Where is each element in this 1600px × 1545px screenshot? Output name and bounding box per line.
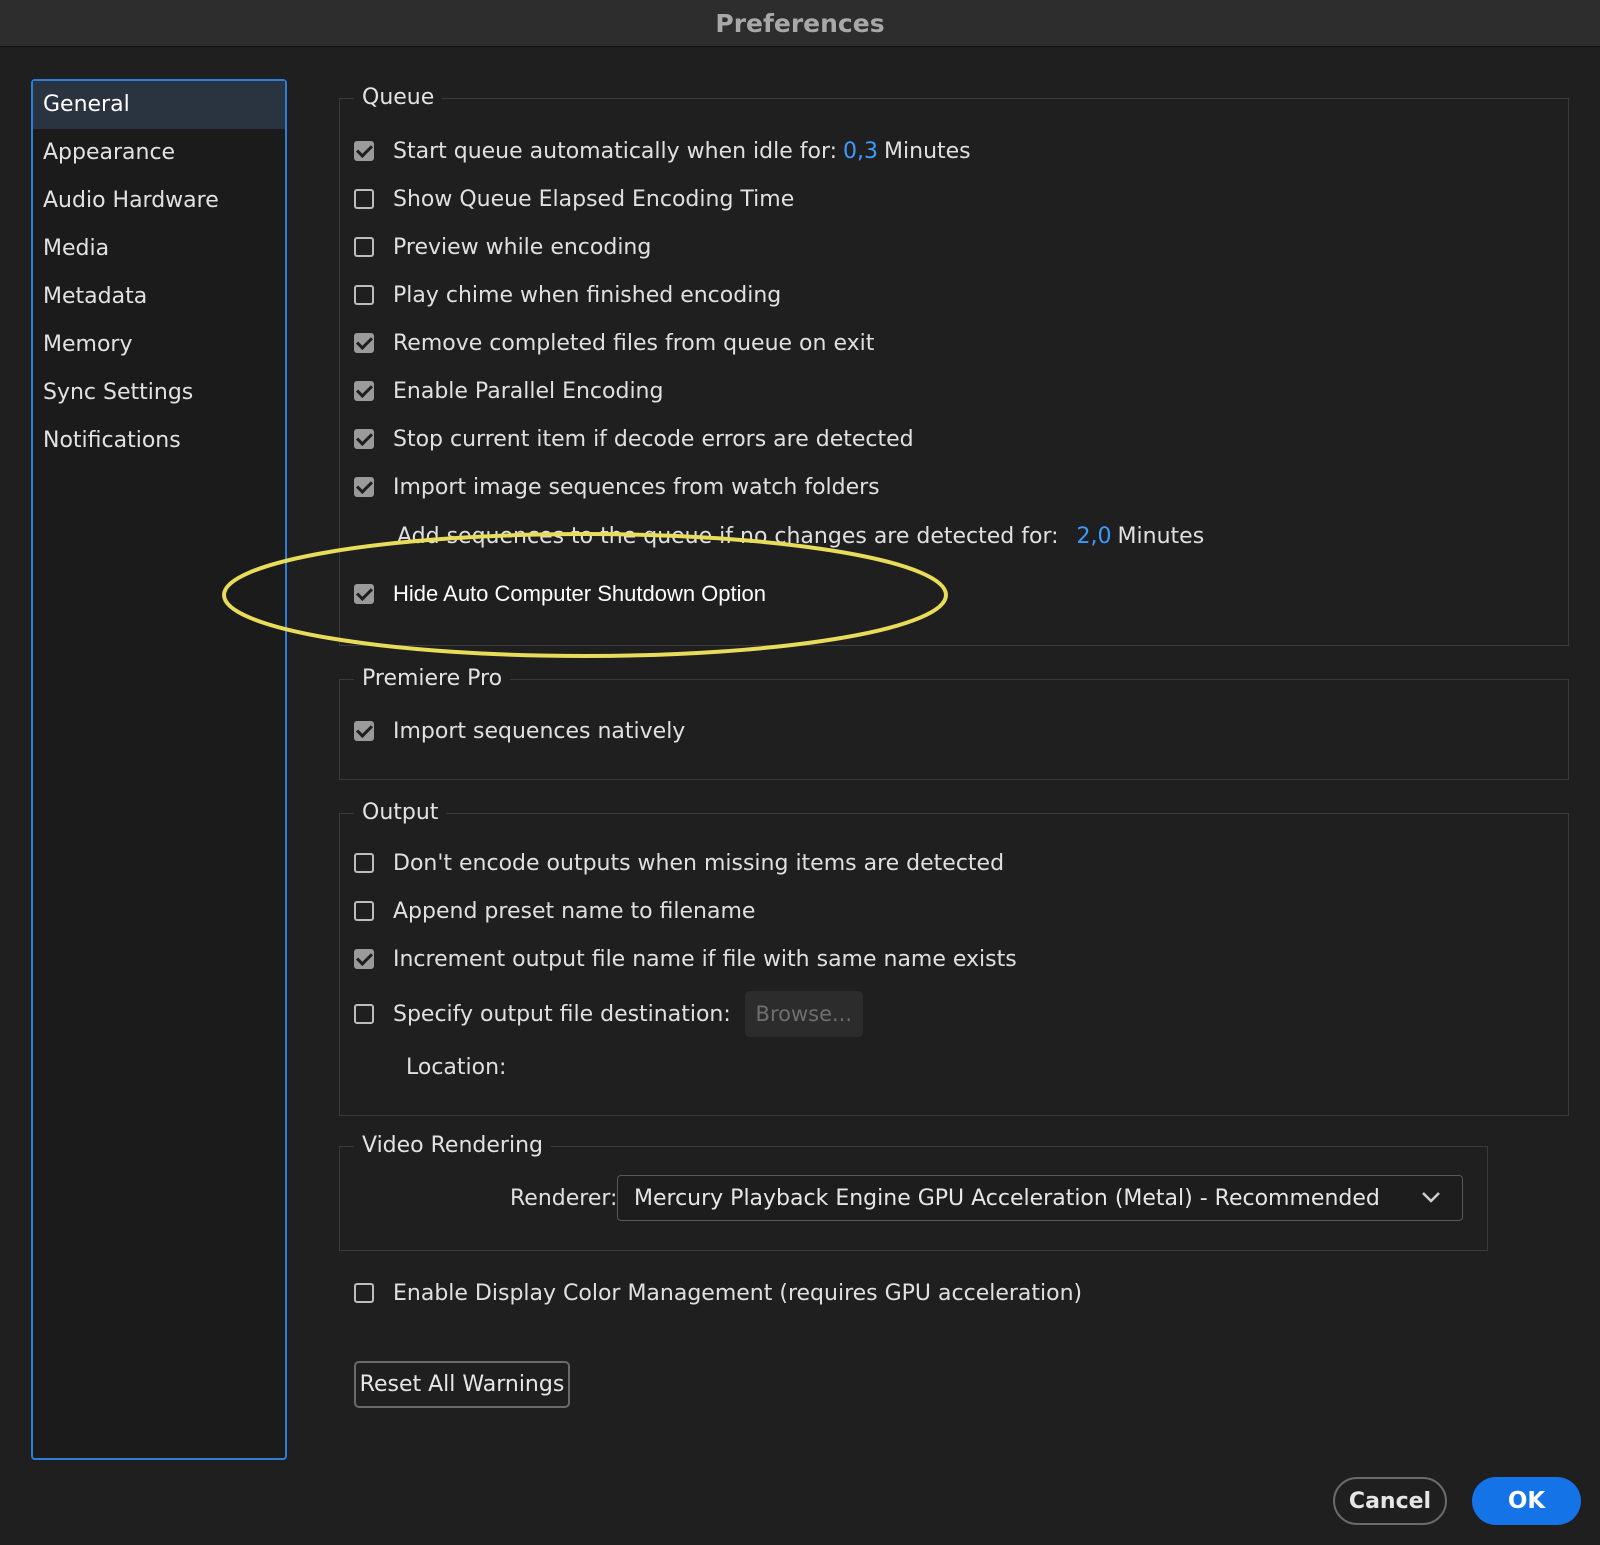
- sidebar-item-notifications[interactable]: Notifications: [33, 417, 285, 465]
- output-legend: Output: [354, 798, 447, 828]
- queue-group: Queue: [339, 83, 1569, 646]
- append-preset-checkbox[interactable]: [354, 901, 374, 921]
- increment-checkbox[interactable]: [354, 949, 374, 969]
- display-color-row: Enable Display Color Management (require…: [354, 1277, 1082, 1309]
- import-image-seq-label: Import image sequences from watch folder…: [393, 474, 880, 500]
- dont-encode-checkbox[interactable]: [354, 853, 374, 873]
- dont-encode-row: Don't encode outputs when missing items …: [354, 847, 1004, 879]
- sidebar-item-audio-hardware[interactable]: Audio Hardware: [33, 177, 285, 225]
- start-queue-label: Start queue automatically when idle for:: [393, 138, 838, 164]
- chime-checkbox[interactable]: [354, 285, 374, 305]
- increment-row: Increment output file name if file with …: [354, 943, 1017, 975]
- sidebar-item-general[interactable]: General: [33, 81, 285, 129]
- sidebar-item-memory[interactable]: Memory: [33, 321, 285, 369]
- increment-label: Increment output file name if file with …: [393, 946, 1017, 972]
- chevron-down-icon: [1422, 1192, 1440, 1203]
- show-elapsed-label: Show Queue Elapsed Encoding Time: [393, 186, 795, 212]
- chime-label: Play chime when finished encoding: [393, 282, 782, 308]
- import-image-seq-row: Import image sequences from watch folder…: [354, 471, 880, 503]
- remove-completed-checkbox[interactable]: [354, 333, 374, 353]
- renderer-label-row: Renderer:: [510, 1182, 617, 1214]
- parallel-label: Enable Parallel Encoding: [393, 378, 664, 404]
- remove-completed-row: Remove completed files from queue on exi…: [354, 327, 874, 359]
- hide-shutdown-row: Hide Auto Computer Shutdown Option: [354, 578, 766, 610]
- show-elapsed-checkbox[interactable]: [354, 189, 374, 209]
- cancel-button[interactable]: Cancel: [1333, 1477, 1447, 1525]
- hide-shutdown-checkbox[interactable]: [354, 584, 374, 604]
- sidebar-item-metadata[interactable]: Metadata: [33, 273, 285, 321]
- sidebar-item-sync-settings[interactable]: Sync Settings: [33, 369, 285, 417]
- parallel-row: Enable Parallel Encoding: [354, 375, 663, 407]
- add-sequences-row: Add sequences to the queue if no changes…: [397, 520, 1204, 552]
- display-color-label: Enable Display Color Management (require…: [393, 1280, 1083, 1306]
- dont-encode-label: Don't encode outputs when missing items …: [393, 850, 1005, 876]
- reset-warnings-button[interactable]: Reset All Warnings: [354, 1361, 570, 1408]
- idle-minutes-unit: Minutes: [884, 138, 971, 164]
- sidebar-item-appearance[interactable]: Appearance: [33, 129, 285, 177]
- location-row: Location:: [406, 1051, 506, 1083]
- specify-dest-checkbox[interactable]: [354, 1004, 374, 1024]
- chime-row: Play chime when finished encoding: [354, 279, 781, 311]
- stop-current-row: Stop current item if decode errors are d…: [354, 423, 914, 455]
- display-color-checkbox[interactable]: [354, 1283, 374, 1303]
- append-preset-label: Append preset name to filename: [393, 898, 756, 924]
- append-preset-row: Append preset name to filename: [354, 895, 755, 927]
- preferences-sidebar: General Appearance Audio Hardware Media …: [31, 79, 287, 1460]
- start-queue-row: Start queue automatically when idle for:…: [354, 135, 971, 167]
- add-sequences-unit: Minutes: [1117, 523, 1205, 549]
- parallel-checkbox[interactable]: [354, 381, 374, 401]
- remove-completed-label: Remove completed files from queue on exi…: [393, 330, 875, 356]
- specify-dest-row: Specify output file destination: Browse.…: [354, 991, 863, 1037]
- title-bar: Preferences: [0, 0, 1600, 47]
- preview-checkbox[interactable]: [354, 237, 374, 257]
- show-elapsed-row: Show Queue Elapsed Encoding Time: [354, 183, 794, 215]
- idle-minutes-value[interactable]: 0,3: [843, 139, 878, 164]
- add-sequences-value[interactable]: 2,0: [1077, 524, 1112, 549]
- window-title: Preferences: [715, 8, 885, 38]
- renderer-label: Renderer:: [510, 1185, 618, 1211]
- import-native-checkbox[interactable]: [354, 721, 374, 741]
- sidebar-item-media[interactable]: Media: [33, 225, 285, 273]
- start-queue-checkbox[interactable]: [354, 141, 374, 161]
- queue-legend: Queue: [354, 83, 443, 113]
- add-sequences-label: Add sequences to the queue if no changes…: [397, 523, 1059, 549]
- stop-current-checkbox[interactable]: [354, 429, 374, 449]
- stop-current-label: Stop current item if decode errors are d…: [393, 426, 914, 452]
- ok-button[interactable]: OK: [1472, 1477, 1581, 1525]
- import-native-row: Import sequences natively: [354, 715, 685, 747]
- import-native-label: Import sequences natively: [393, 718, 686, 744]
- specify-dest-label: Specify output file destination:: [393, 1001, 731, 1027]
- preview-row: Preview while encoding: [354, 231, 651, 263]
- import-image-seq-checkbox[interactable]: [354, 477, 374, 497]
- hide-shutdown-label: Hide Auto Computer Shutdown Option: [393, 581, 767, 606]
- location-label: Location:: [406, 1054, 507, 1080]
- premiere-legend: Premiere Pro: [354, 664, 511, 694]
- video-rendering-legend: Video Rendering: [354, 1131, 551, 1161]
- browse-button[interactable]: Browse...: [744, 991, 863, 1037]
- renderer-value: Mercury Playback Engine GPU Acceleration…: [634, 1185, 1380, 1211]
- preview-label: Preview while encoding: [393, 234, 652, 260]
- renderer-select[interactable]: Mercury Playback Engine GPU Acceleration…: [617, 1175, 1463, 1221]
